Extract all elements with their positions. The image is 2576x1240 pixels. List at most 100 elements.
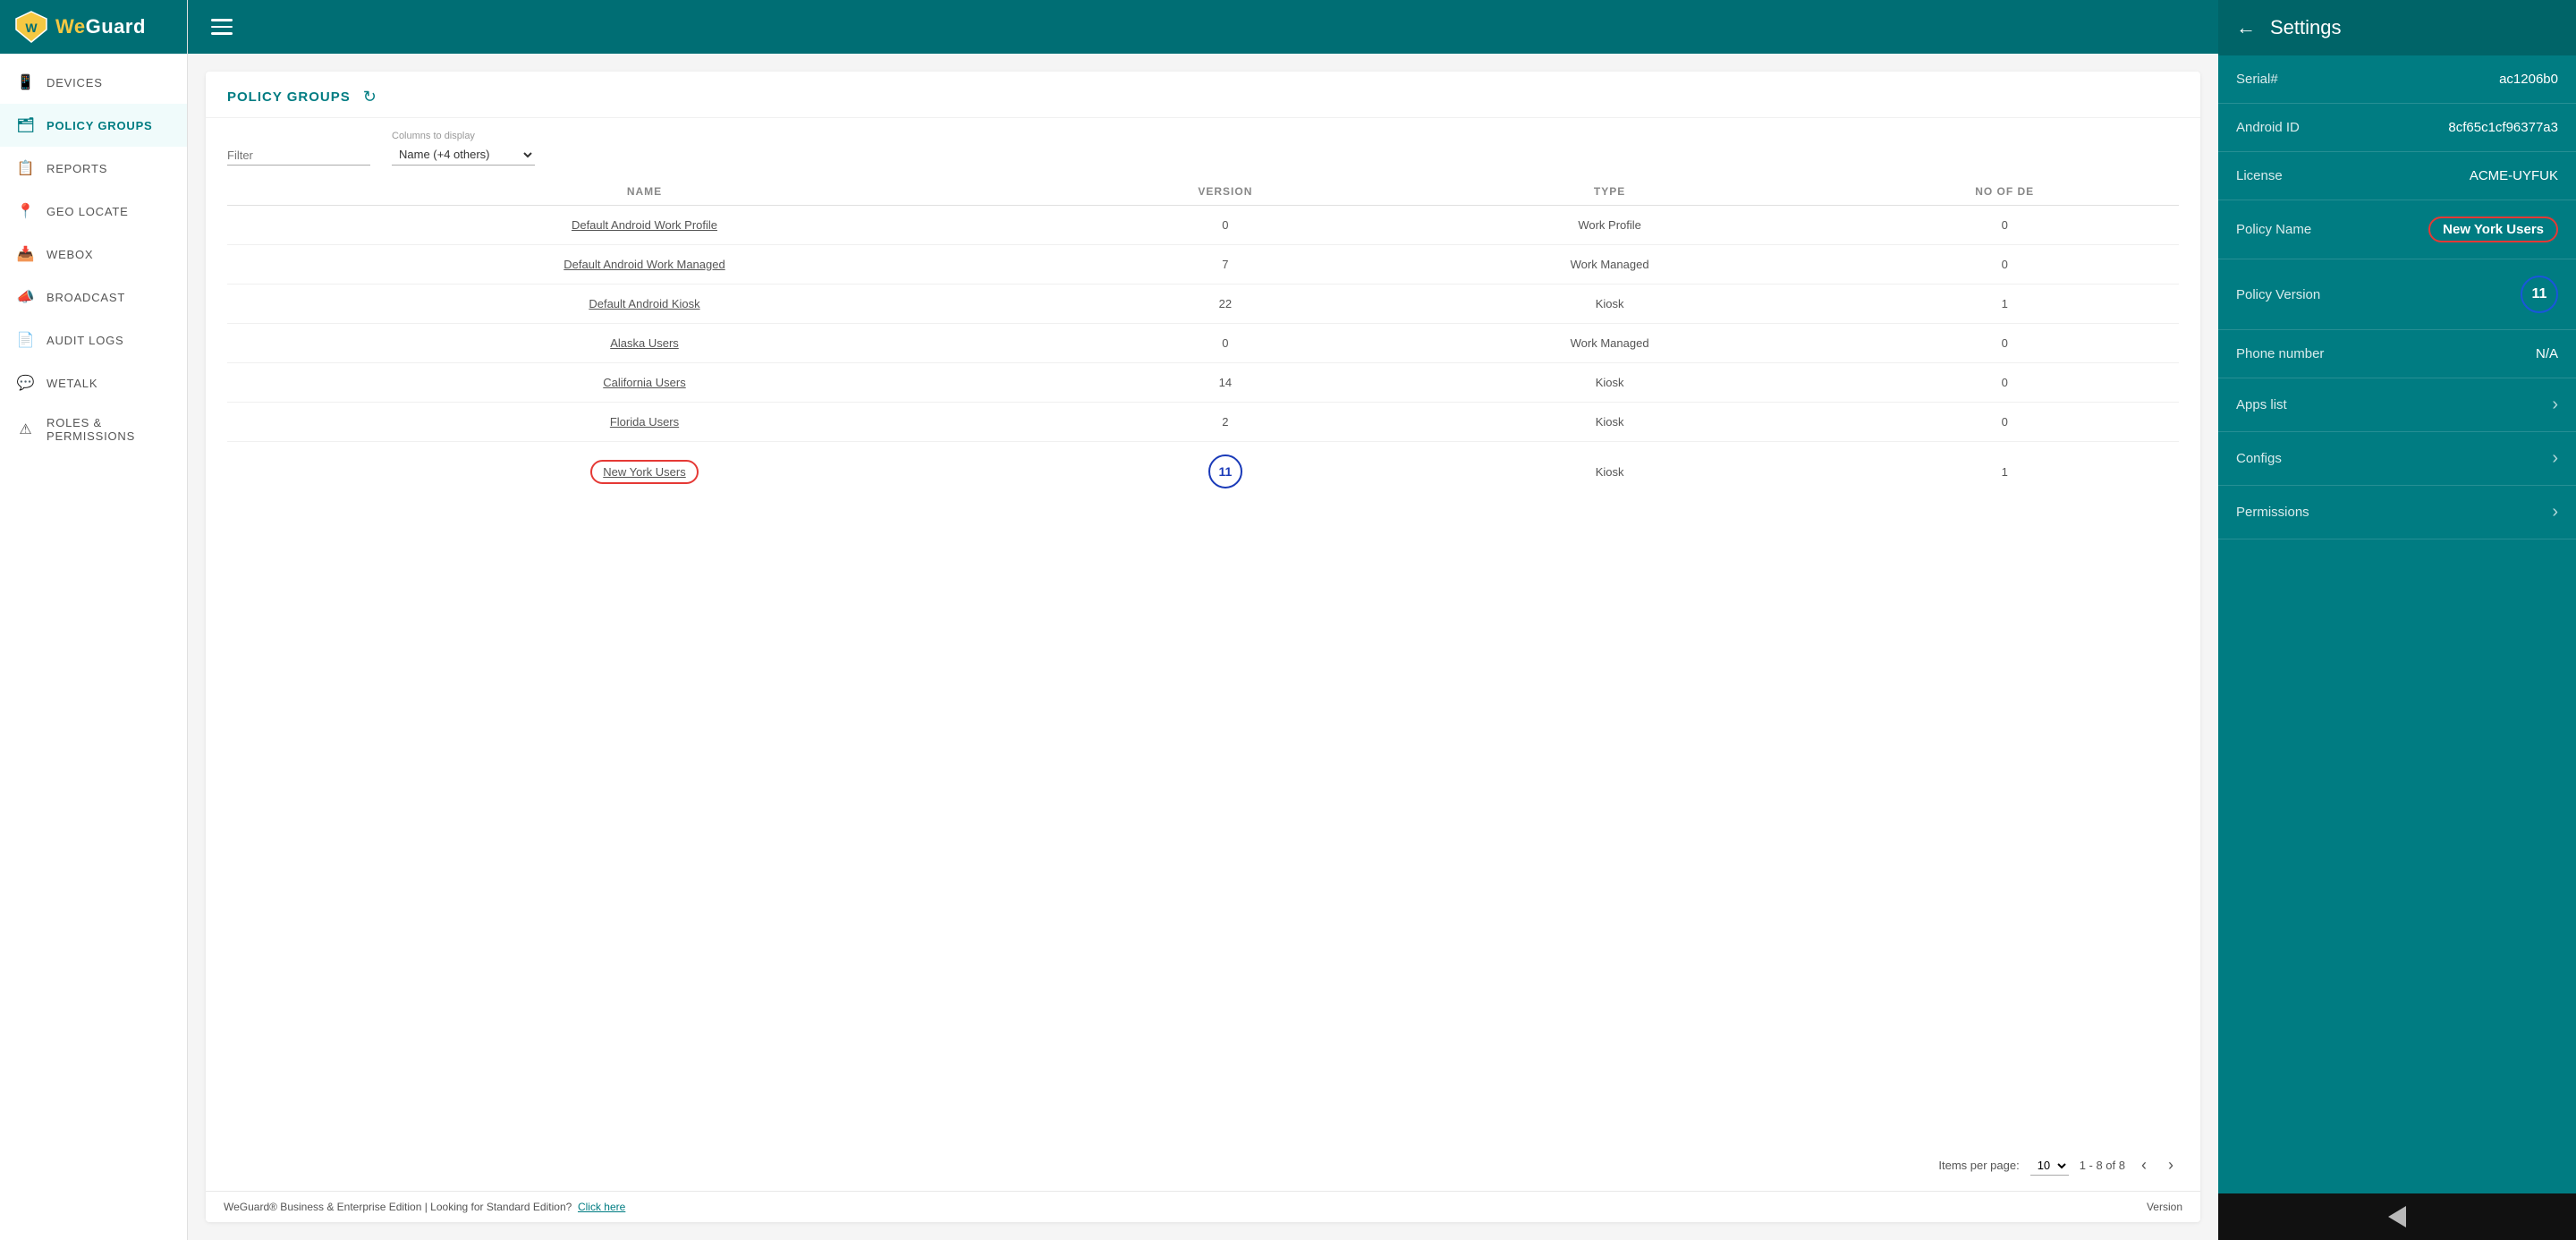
footer-bar: WeGuard® Business & Enterprise Edition |… <box>206 1191 2200 1222</box>
sidebar: W WeGuard 📱 DEVICES 🗂 POLICY GROUPS 📋 RE… <box>0 0 188 1240</box>
table-row: New York Users 11 Kiosk1 <box>227 442 2179 502</box>
pagination-range: 1 - 8 of 8 <box>2080 1159 2125 1172</box>
filter-row: Columns to display Name (+4 others)Name … <box>206 118 2200 174</box>
nav-icon-broadcast: 📣 <box>16 287 36 307</box>
nav-icon-wetalk: 💬 <box>16 373 36 393</box>
settings-row-license: License ACME-UYFUK <box>2218 152 2576 200</box>
nav-icon-webox: 📥 <box>16 244 36 264</box>
card-header: POLICY GROUPS ↻ <box>206 72 2200 118</box>
cell-name[interactable]: California Users <box>227 363 1062 403</box>
highlighted-name[interactable]: New York Users <box>590 460 698 484</box>
name-link[interactable]: Default Android Work Managed <box>564 258 724 271</box>
nav-icon-reports: 📋 <box>16 158 36 178</box>
sidebar-item-geo-locate[interactable]: 📍 GEO LOCATE <box>0 190 187 233</box>
sidebar-item-policy-groups[interactable]: 🗂 POLICY GROUPS <box>0 104 187 147</box>
items-per-page-select[interactable]: 5102550 <box>2030 1156 2069 1176</box>
table-row: Florida Users2Kiosk0 <box>227 403 2179 442</box>
settings-panel: ← Settings Serial#ac1206b0Android ID8cf6… <box>2218 0 2576 1240</box>
sidebar-item-reports[interactable]: 📋 REPORTS <box>0 147 187 190</box>
nav-icon-devices: 📱 <box>16 72 36 92</box>
nav-icon-policy-groups: 🗂 <box>16 115 36 135</box>
cell-no-of-de: 1 <box>1830 442 2179 502</box>
cell-no-of-de: 0 <box>1830 324 2179 363</box>
filter-group <box>227 146 370 166</box>
name-link[interactable]: Default Android Work Profile <box>572 218 717 232</box>
cell-type: Work Managed <box>1389 324 1831 363</box>
logo: W WeGuard <box>0 0 187 54</box>
back-button[interactable]: ← <box>2236 16 2256 39</box>
cell-type: Kiosk <box>1389 442 1831 502</box>
settings-nav-apps-list[interactable]: Apps list › <box>2218 378 2576 432</box>
version-circle: 11 <box>1208 454 1242 488</box>
table-header: NAMEVERSIONTYPENO OF DE <box>227 174 2179 206</box>
back-triangle-icon <box>2388 1206 2406 1227</box>
cell-name[interactable]: Default Android Work Profile <box>227 206 1062 245</box>
name-link[interactable]: Florida Users <box>610 415 679 429</box>
pagination-prev[interactable]: ‹ <box>2136 1154 2152 1176</box>
cell-no-of-de: 0 <box>1830 206 2179 245</box>
logo-icon: W <box>14 10 48 44</box>
nav-label-geo-locate: GEO LOCATE <box>47 205 129 218</box>
name-link[interactable]: Default Android Kiosk <box>589 297 699 310</box>
sidebar-item-broadcast[interactable]: 📣 BROADCAST <box>0 276 187 318</box>
cell-type: Kiosk <box>1389 285 1831 324</box>
footer-link[interactable]: Click here <box>578 1201 625 1213</box>
settings-title: Settings <box>2270 16 2342 39</box>
logo-text: WeGuard <box>55 15 146 38</box>
settings-row-value: New York Users <box>2428 217 2558 242</box>
name-link[interactable]: Alaska Users <box>610 336 679 350</box>
cell-name[interactable]: Florida Users <box>227 403 1062 442</box>
nav-label-policy-groups: POLICY GROUPS <box>47 119 153 132</box>
settings-row-android-id: Android ID8cf65c1cf96377a3 <box>2218 104 2576 152</box>
settings-row-serial-: Serial#ac1206b0 <box>2218 55 2576 104</box>
sidebar-item-webox[interactable]: 📥 WEBOX <box>0 233 187 276</box>
cell-no-of-de: 0 <box>1830 363 2179 403</box>
svg-text:W: W <box>25 21 38 35</box>
settings-rows: Serial#ac1206b0Android ID8cf65c1cf96377a… <box>2218 55 2576 539</box>
cell-version: 7 <box>1062 245 1389 285</box>
settings-row-value: 8cf65c1cf96377a3 <box>2448 120 2558 135</box>
cell-type: Work Profile <box>1389 206 1831 245</box>
nav-label-webox: WEBOX <box>47 248 93 261</box>
columns-select[interactable]: Name (+4 others)Name (+3 others)All colu… <box>392 144 535 166</box>
settings-nav-label: Apps list <box>2236 397 2287 412</box>
policy-groups-table-container: NAMEVERSIONTYPENO OF DE Default Android … <box>206 174 2200 1143</box>
cell-version: 22 <box>1062 285 1389 324</box>
cell-type: Kiosk <box>1389 403 1831 442</box>
settings-row-label: License <box>2236 168 2283 183</box>
columns-group: Columns to display Name (+4 others)Name … <box>392 131 535 166</box>
cell-name[interactable]: New York Users <box>227 442 1062 502</box>
sidebar-item-devices[interactable]: 📱 DEVICES <box>0 61 187 104</box>
sidebar-item-wetalk[interactable]: 💬 WETALK <box>0 361 187 404</box>
name-link[interactable]: California Users <box>603 376 685 389</box>
main-wrapper: POLICY GROUPS ↻ Columns to display Name … <box>188 0 2218 1240</box>
col-name: NAME <box>227 174 1062 206</box>
cell-no-of-de: 0 <box>1830 245 2179 285</box>
col-no-of-de: NO OF DE <box>1830 174 2179 206</box>
pagination-row: Items per page: 5102550 1 - 8 of 8 ‹ › <box>206 1143 2200 1191</box>
nav-label-roles-permissions: ROLES & PERMISSIONS <box>47 416 171 443</box>
table-body: Default Android Work Profile0Work Profil… <box>227 206 2179 502</box>
cell-version: 0 <box>1062 324 1389 363</box>
settings-bottom-bar <box>2218 1193 2576 1240</box>
pagination-next[interactable]: › <box>2163 1154 2179 1176</box>
nav-icon-geo-locate: 📍 <box>16 201 36 221</box>
settings-row-value: ACME-UYFUK <box>2470 168 2558 183</box>
nav-icon-audit-logs: 📄 <box>16 330 36 350</box>
items-per-page-label: Items per page: <box>1938 1159 2019 1172</box>
settings-row-value: ac1206b0 <box>2499 72 2558 87</box>
settings-nav-label: Permissions <box>2236 505 2309 520</box>
cell-name[interactable]: Alaska Users <box>227 324 1062 363</box>
nav-label-wetalk: WETALK <box>47 377 97 390</box>
nav-label-reports: REPORTS <box>47 162 107 175</box>
hamburger-menu[interactable] <box>206 13 238 40</box>
refresh-button[interactable]: ↻ <box>363 88 377 106</box>
sidebar-item-audit-logs[interactable]: 📄 AUDIT LOGS <box>0 318 187 361</box>
footer-version-label: Version <box>2147 1201 2182 1213</box>
settings-nav-permissions[interactable]: Permissions › <box>2218 486 2576 539</box>
filter-input[interactable] <box>227 146 370 166</box>
cell-name[interactable]: Default Android Kiosk <box>227 285 1062 324</box>
sidebar-item-roles-permissions[interactable]: ⚠ ROLES & PERMISSIONS <box>0 404 187 454</box>
settings-nav-configs[interactable]: Configs › <box>2218 432 2576 486</box>
cell-name[interactable]: Default Android Work Managed <box>227 245 1062 285</box>
